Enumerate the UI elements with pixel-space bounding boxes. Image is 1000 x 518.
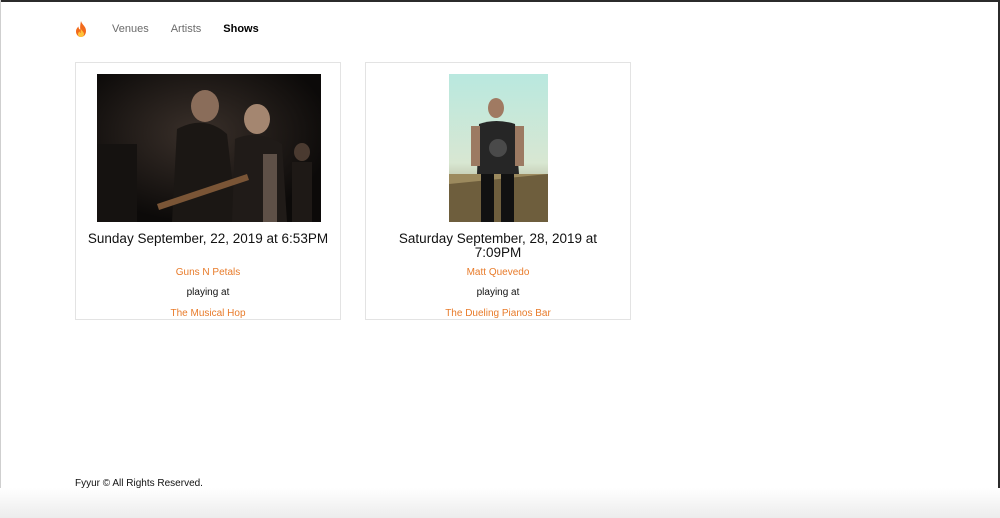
show-date: Saturday September, 28, 2019 at 7:09PM	[398, 231, 598, 260]
nav-link-shows[interactable]: Shows	[223, 23, 258, 35]
window-top-border	[0, 0, 1000, 2]
nav-link-venues[interactable]: Venues	[112, 23, 149, 35]
venue-link[interactable]: The Musical Hop	[76, 308, 340, 319]
playing-at-label: playing at	[186, 287, 230, 298]
show-card: Sunday September, 22, 2019 at 6:53PM Gun…	[75, 62, 341, 320]
artist-link[interactable]: Matt Quevedo	[366, 267, 630, 278]
window-left-border	[0, 0, 1, 518]
nav-link-artists[interactable]: Artists	[171, 23, 202, 35]
footer-text: Fyyur © All Rights Reserved.	[75, 478, 203, 489]
playing-at-label: playing at	[476, 287, 520, 298]
artist-link[interactable]: Guns N Petals	[76, 267, 340, 278]
top-nav: Venues Artists Shows	[72, 18, 281, 40]
artist-photo	[449, 74, 548, 222]
fire-icon[interactable]	[72, 20, 90, 38]
window-bottom-shade	[0, 488, 1000, 518]
venue-link[interactable]: The Dueling Pianos Bar	[366, 308, 630, 319]
show-card: Saturday September, 28, 2019 at 7:09PM M…	[365, 62, 631, 320]
artist-photo	[97, 74, 321, 222]
show-date: Sunday September, 22, 2019 at 6:53PM	[87, 231, 329, 246]
